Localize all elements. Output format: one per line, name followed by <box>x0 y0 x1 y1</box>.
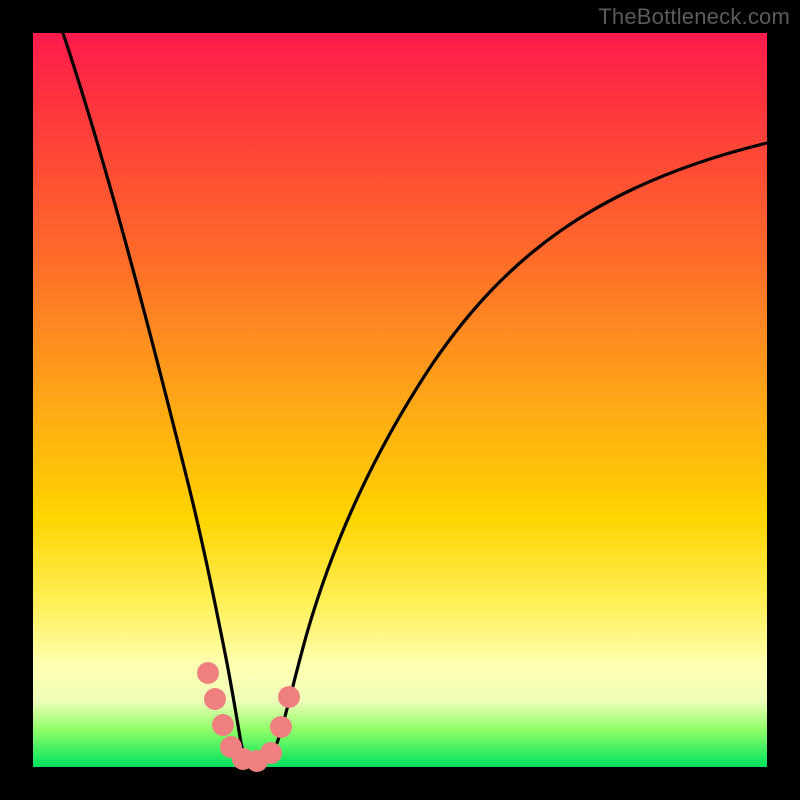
marker-dot <box>212 714 234 736</box>
marker-dot <box>204 688 226 710</box>
marker-dot <box>260 742 282 764</box>
plot-area <box>33 33 767 767</box>
curve-layer <box>33 33 767 767</box>
marker-dot <box>278 686 300 708</box>
bottleneck-curve <box>63 33 767 763</box>
marker-dot <box>197 662 219 684</box>
chart-frame: TheBottleneck.com <box>0 0 800 800</box>
attribution-text: TheBottleneck.com <box>598 4 790 30</box>
marker-dot <box>270 716 292 738</box>
